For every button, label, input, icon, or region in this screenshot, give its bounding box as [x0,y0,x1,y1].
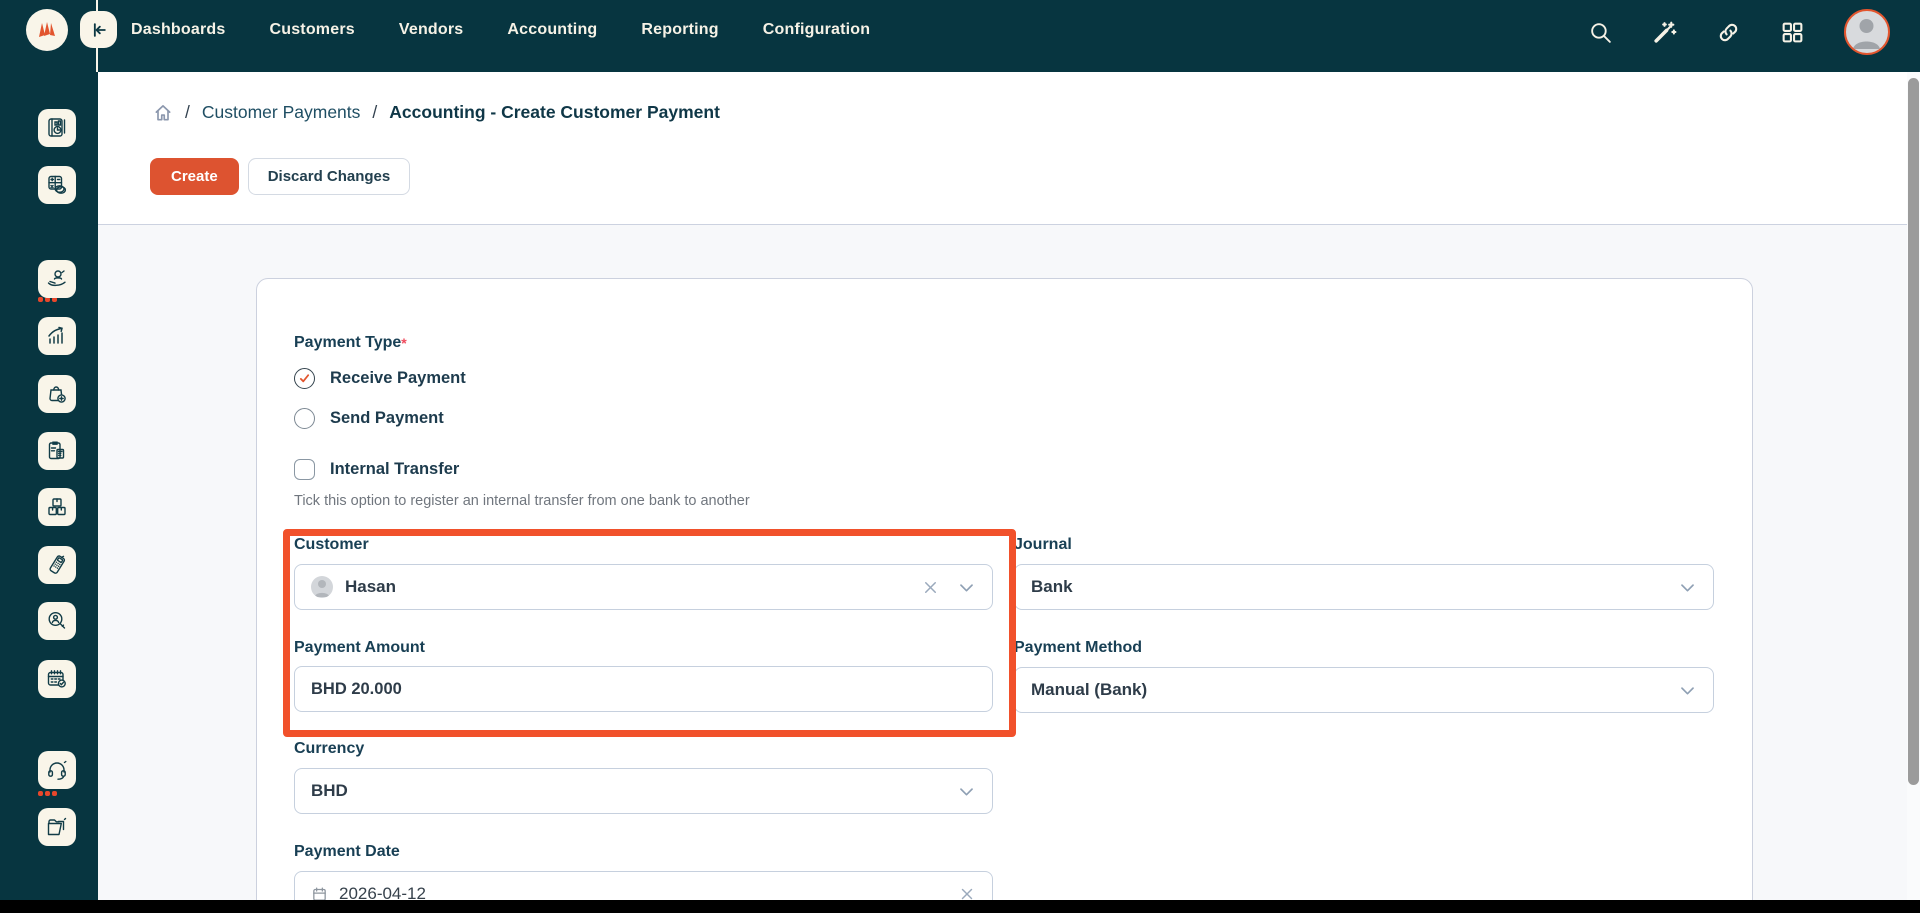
sidebar-item-sales[interactable] [38,317,76,355]
nav-accounting[interactable]: Accounting [507,21,597,39]
payment-type-label: Payment Type* [294,333,1714,353]
nav-vendors[interactable]: Vendors [399,21,464,39]
breadcrumb-separator: / [185,102,190,123]
sidebar-item-documents[interactable] [38,808,76,846]
chevron-down-icon[interactable] [957,782,976,801]
currency-select[interactable]: BHD [294,768,993,814]
nav-configuration[interactable]: Configuration [763,21,870,39]
sidebar-item-reports[interactable] [38,109,76,147]
sidebar-item-attendance[interactable] [38,660,76,698]
form-left-column: Customer Hasan Payment Amount [294,535,993,913]
main-nav: Dashboards Customers Vendors Accounting … [131,0,870,60]
app-logo[interactable] [26,9,68,51]
sidebar-item-recruitment[interactable] [38,602,76,640]
logo-mark-icon [34,17,60,43]
payment-method-label: Payment Method [1014,638,1714,658]
payment-amount-label: Payment Amount [294,638,993,658]
journal-select[interactable]: Bank [1014,564,1714,610]
internal-transfer-help: Tick this option to register an internal… [294,493,1714,510]
link-icon[interactable] [1716,20,1741,45]
customer-select[interactable]: Hasan [294,564,993,610]
form-actions: Create Discard Changes [150,158,410,195]
radio-unselected-icon [294,408,315,429]
currency-label: Currency [294,739,993,759]
breadcrumb-separator: / [372,102,377,123]
payment-form-card: Payment Type* Receive Payment Send Payme… [256,278,1753,913]
breadcrumb-current-page: Accounting - Create Customer Payment [389,102,720,123]
payment-amount-value: BHD 20.000 [311,680,402,699]
collapse-arrow-icon [89,20,109,40]
radio-receive-payment[interactable]: Receive Payment [294,367,1714,389]
sidebar-item-pos[interactable] [38,546,76,584]
topbar-icons [1588,0,1890,64]
payment-date-label: Payment Date [294,842,993,862]
payment-method-select[interactable]: Manual (Bank) [1014,667,1714,713]
form-right-column: Journal Bank Payment Method Manual (Bank… [1014,535,1714,913]
page-header: / Customer Payments / Accounting - Creat… [98,72,1920,225]
create-button[interactable]: Create [150,158,239,195]
required-asterisk: * [401,335,406,351]
page-scrollbar[interactable] [1907,72,1920,913]
breadcrumb: / Customer Payments / Accounting - Creat… [153,102,720,123]
app-sidebar [0,72,98,900]
radio-send-payment[interactable]: Send Payment [294,407,1714,429]
person-icon [1846,11,1887,52]
home-icon[interactable] [153,103,173,123]
user-avatar[interactable] [1844,9,1890,55]
magic-wand-icon[interactable] [1652,20,1677,45]
nav-customers[interactable]: Customers [269,21,354,39]
radio-selected-icon [294,368,315,389]
customer-label: Customer [294,535,993,555]
bottom-black-bar [0,900,1920,913]
checkbox-icon [294,459,315,480]
customer-avatar [311,576,333,598]
checkbox-internal-transfer[interactable]: Internal Transfer [294,458,1714,480]
clear-customer-icon[interactable] [921,578,940,597]
chevron-down-icon[interactable] [957,578,976,597]
journal-label: Journal [1014,535,1714,555]
chevron-down-icon[interactable] [1678,681,1697,700]
sidebar-item-billing[interactable] [38,432,76,470]
currency-value: BHD [311,781,348,801]
sidebar-item-purchases[interactable] [38,375,76,413]
payment-amount-input[interactable]: BHD 20.000 [294,666,993,712]
sidebar-item-inventory[interactable] [38,488,76,526]
discard-changes-button[interactable]: Discard Changes [248,158,411,195]
search-icon[interactable] [1588,20,1613,45]
breadcrumb-customer-payments[interactable]: Customer Payments [202,102,361,123]
page-content: Payment Type* Receive Payment Send Payme… [98,226,1920,913]
scrollbar-thumb[interactable] [1908,78,1919,785]
customer-value: Hasan [345,577,396,597]
sidebar-more-dots[interactable] [38,791,57,797]
sidebar-item-customers[interactable] [38,260,76,298]
payment-method-value: Manual (Bank) [1031,680,1147,700]
journal-value: Bank [1031,577,1073,597]
chevron-down-icon[interactable] [1678,578,1697,597]
topbar: Dashboards Customers Vendors Accounting … [0,0,1920,72]
nav-dashboards[interactable]: Dashboards [131,21,225,39]
sidebar-item-accounting[interactable] [38,166,76,204]
sidebar-collapse-button[interactable] [80,11,117,48]
apps-grid-icon[interactable] [1780,20,1805,45]
nav-reporting[interactable]: Reporting [641,21,718,39]
sidebar-item-support[interactable] [38,751,76,789]
